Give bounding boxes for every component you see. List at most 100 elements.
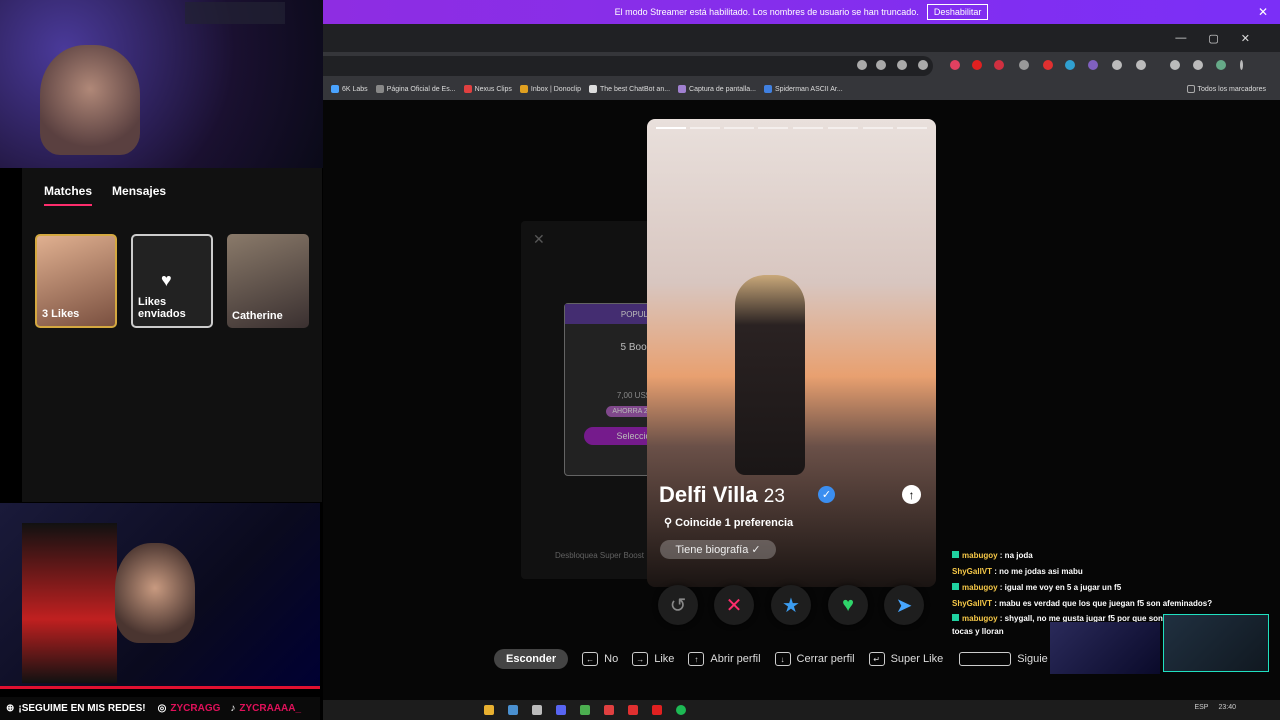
keyboard-shortcuts-bar: Esconder ← No → Like ↑ Abrir perfil ↓ Ce… — [494, 648, 1048, 670]
extension-icon[interactable] — [994, 60, 1004, 70]
disable-streamer-button[interactable]: Deshabilitar — [926, 4, 989, 20]
spotify-icon[interactable] — [676, 705, 686, 715]
bookmark-icon — [463, 85, 472, 93]
extension-icon[interactable] — [950, 60, 960, 70]
chat-user: mabugoy — [962, 551, 998, 560]
file-explorer-icon[interactable] — [484, 705, 494, 715]
instagram-handle: ZYCRAGG — [170, 703, 221, 714]
cam-overlay-widget — [185, 2, 285, 24]
download-icon[interactable] — [1170, 60, 1180, 70]
key-no-label: No — [604, 653, 619, 665]
likes-sent-card[interactable]: ♥ Likes enviados — [131, 234, 213, 328]
webcam-overlay-top — [0, 0, 323, 168]
right-arrow-key-icon: → — [632, 652, 649, 666]
extension-icon[interactable] — [972, 60, 982, 70]
likes-sent-label: Likes enviados — [138, 296, 186, 320]
chat-message: ShyGallVT : mabu es verdad que los que j… — [952, 596, 1274, 612]
profile-age: 23 — [763, 486, 785, 507]
verified-icon: ✓ — [818, 486, 835, 503]
profile-avatar[interactable] — [1216, 60, 1226, 70]
webcam-overlay-bottom — [0, 503, 320, 688]
matches-panel: Matches Mensajes 3 Likes ♥ Likes enviado… — [22, 168, 322, 502]
tab-matches[interactable]: Matches — [44, 184, 93, 206]
close-icon[interactable]: ✕ — [1258, 5, 1268, 19]
maximize-icon[interactable]: ▢ — [1208, 32, 1218, 45]
chrome-icon[interactable] — [580, 705, 590, 715]
match-card-catherine[interactable]: Catherine — [227, 234, 309, 328]
bookmark-icon — [678, 85, 687, 93]
bookmark-item[interactable]: 6K Labs — [331, 85, 368, 93]
key-close-profile-label: Cerrar perfil — [796, 653, 855, 665]
puzzle-icon[interactable] — [1136, 60, 1146, 70]
streamer-mode-banner: El modo Streamer está habilitado. Los no… — [323, 0, 1280, 24]
tab-messages[interactable]: Mensajes — [112, 184, 166, 206]
tray-clock[interactable]: 23:40 — [1218, 704, 1236, 711]
bookmark-star-icon[interactable] — [918, 60, 928, 70]
super-like-button[interactable]: ★ — [771, 585, 811, 625]
address-bar[interactable] — [323, 56, 933, 76]
streamer-face — [115, 543, 195, 643]
close-modal-icon[interactable]: ✕ — [533, 231, 545, 248]
streamer-face — [40, 45, 140, 155]
left-arrow-key-icon: ← — [582, 652, 599, 666]
expand-profile-icon[interactable]: ↑ — [902, 485, 921, 504]
preference-match: ⚲ Coincide 1 preferencia — [664, 516, 793, 529]
chat-badge-icon — [952, 614, 959, 621]
chat-message: ShyGallVT : no me jodas asi mabu — [952, 564, 1274, 580]
extension-icon[interactable] — [1065, 60, 1075, 70]
chat-user: mabugoy — [962, 614, 998, 623]
heart-icon: ♥ — [161, 270, 172, 290]
more-menu-icon[interactable] — [1240, 60, 1243, 70]
nope-button[interactable]: ✕ — [714, 585, 754, 625]
bookmark-item[interactable]: Nexus Clips — [463, 85, 512, 93]
all-bookmarks-folder[interactable]: Todos los marcadores — [1186, 85, 1266, 93]
bookmark-icon — [589, 85, 597, 93]
like-button[interactable]: ♥ — [828, 585, 868, 625]
bookmark-item[interactable]: The best ChatBot an... — [589, 85, 670, 93]
bookmark-item[interactable]: Captura de pantalla... — [678, 85, 756, 93]
bookmark-item[interactable]: Inbox | Donoclip — [519, 85, 581, 93]
steam-icon[interactable] — [508, 705, 518, 715]
chat-message: mabugoy : na joda — [952, 548, 1274, 564]
app-icon[interactable] — [628, 705, 638, 715]
app-icon[interactable] — [604, 705, 614, 715]
bookmark-item[interactable]: Página Oficial de Es... — [375, 85, 456, 93]
discord-icon[interactable] — [556, 705, 566, 715]
rewind-button[interactable]: ↺ — [658, 585, 698, 625]
chat-text: : igual me voy en 5 a jugar un f5 — [999, 583, 1122, 592]
media-icon[interactable] — [1193, 60, 1203, 70]
preference-icon: ⚲ — [664, 517, 673, 529]
app-icon[interactable] — [652, 705, 662, 715]
tray-lang[interactable]: ESP — [1194, 704, 1208, 711]
location-icon[interactable] — [857, 60, 867, 70]
extension-icon[interactable] — [1088, 60, 1098, 70]
chat-badge-icon — [952, 551, 959, 558]
extensions-menu-icon[interactable] — [1112, 60, 1122, 70]
space-key-icon — [959, 652, 1012, 666]
instagram-icon: ◎ — [157, 703, 167, 714]
photo-progress-segment — [690, 127, 720, 129]
key-like-label: Like — [654, 653, 675, 665]
tabs: Matches Mensajes — [44, 184, 166, 206]
app-icon[interactable] — [532, 705, 542, 715]
enter-key-icon: ↵ — [868, 652, 885, 666]
bookmark-item[interactable]: Spiderman ASCII Ar... — [763, 85, 843, 93]
close-window-icon[interactable]: ✕ — [1241, 32, 1250, 45]
extension-icon[interactable] — [1043, 60, 1053, 70]
zoom-icon[interactable] — [897, 60, 907, 70]
photo-progress-segment — [863, 127, 893, 129]
boost-button[interactable]: ➤ — [884, 585, 924, 625]
key-super-like-label: Super Like — [890, 653, 944, 665]
up-arrow-key-icon: ↑ — [688, 652, 705, 666]
likes-card[interactable]: 3 Likes — [35, 234, 117, 328]
photo-progress-segment — [897, 127, 927, 129]
install-icon[interactable] — [876, 60, 886, 70]
hide-button[interactable]: Esconder — [494, 649, 569, 669]
gaming-chair — [22, 523, 117, 683]
key-open-profile-label: Abrir perfil — [710, 653, 761, 665]
chat-badge-icon — [952, 583, 959, 590]
extension-icon[interactable] — [1019, 60, 1029, 70]
profile-name: Delfi Villa 23 — [659, 482, 785, 508]
chat-text: : mabu es verdad que los que juegan f5 s… — [994, 599, 1213, 608]
minimize-icon[interactable]: — — [1175, 32, 1186, 45]
